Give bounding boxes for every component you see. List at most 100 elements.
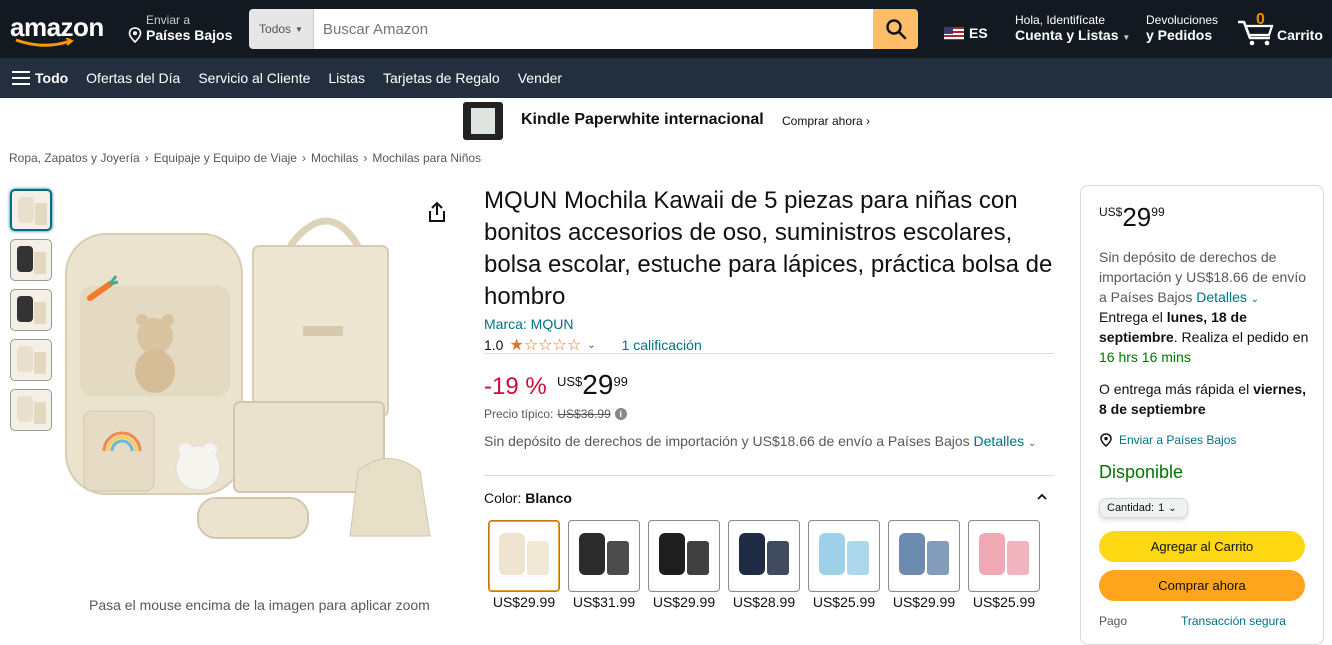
swatch-image [499,533,525,575]
swatch-price: US$29.99 [492,594,556,610]
buybox-location: Enviar a Países Bajos [1119,433,1237,447]
color-swatch[interactable] [888,520,960,592]
language-code: ES [969,25,988,41]
returns-orders-link[interactable]: Devoluciones y Pedidos [1146,13,1218,43]
discount-badge: -19 % [484,373,547,400]
secure-transaction-link[interactable]: Transacción segura [1181,614,1286,628]
search-input[interactable] [314,9,873,49]
thumbnail-image[interactable] [10,289,52,331]
swatch-price: US$29.99 [652,594,716,610]
color-swatch[interactable] [728,520,800,592]
nav-item-gift-cards[interactable]: Tarjetas de Regalo [383,70,500,86]
payment-label: Pago [1099,614,1128,628]
brand-link[interactable]: Marca: MQUN [484,316,573,332]
rating-row: 1.0 ★☆☆☆☆ ⌄ 1 calificación [484,335,702,355]
banner-title: Kindle Paperwhite internacional [521,111,764,128]
top-nav-bar: amazon Enviar a Países Bajos Todos ▼ ES … [0,0,1332,58]
quantity-value: 1 [1158,502,1165,514]
chevron-down-icon[interactable]: ⌄ [1028,438,1036,449]
price-currency: US$ [557,374,583,389]
cart-label: Carrito [1277,27,1323,43]
swatch-image [607,541,629,575]
deliver-to-label: Enviar a [146,13,191,27]
kindle-device-image [463,102,503,140]
deliver-to-country: Países Bajos [146,27,233,43]
breadcrumb: Ropa, Zapatos y Joyería › Equipaje y Equip… [9,151,481,165]
nav-item-customer-service[interactable]: Servicio al Cliente [198,70,310,86]
returns-label: Devoluciones [1146,13,1219,27]
nav-item-deals[interactable]: Ofertas del Día [86,70,180,86]
import-fees-text: Sin depósito de derechos de importación … [484,433,1036,449]
product-main-image[interactable] [58,206,466,556]
all-menu-button[interactable]: Todo [12,70,68,86]
amazon-smile-icon [15,38,74,47]
ratings-count-link[interactable]: 1 calificación [622,337,702,353]
thumbnail-image[interactable] [10,339,52,381]
price-whole: 29 [582,369,614,400]
deliver-to[interactable]: Enviar a Países Bajos [128,13,232,43]
nav-item-sell[interactable]: Vender [518,70,562,86]
swatch-image [979,533,1005,575]
caret-down-icon: ▼ [1122,33,1131,42]
buy-now-button[interactable]: Comprar ahora [1099,570,1305,601]
cart-count: 0 [1256,11,1265,28]
color-label: Color: Blanco [484,490,572,506]
cart-button[interactable]: 0 Carrito [1236,11,1328,46]
rating-stars-icon[interactable]: ★☆☆☆☆ [509,335,581,355]
chevron-down-icon: ⌄ [1168,502,1177,514]
banner-shop-now-link[interactable]: Comprar ahora › [782,114,870,128]
location-pin-icon [1100,433,1112,447]
list-price-value: US$36.99 [557,407,611,421]
chevron-up-icon[interactable] [1037,492,1047,502]
import-details-link[interactable]: Detalles [974,433,1025,449]
thumbnail-image[interactable] [10,189,52,231]
color-swatch[interactable] [808,520,880,592]
swatch-image [659,533,685,575]
fast-delivery-info: O entrega más rápida el viernes, 8 de se… [1099,379,1309,419]
zoom-hint-text: Pasa el mouse encima de la imagen para a… [89,597,430,613]
breadcrumb-item[interactable]: Equipaje y Equipo de Viaje [154,151,297,165]
quantity-dropdown[interactable]: Cantidad: 1 ⌄ [1099,498,1188,518]
breadcrumb-item[interactable]: Mochilas para Niños [372,151,481,165]
account-menu[interactable]: Hola, Identifícate Cuenta y Listas ▼ [1015,13,1130,43]
color-swatch[interactable] [648,520,720,592]
nav-item-lists[interactable]: Listas [328,70,365,86]
breadcrumb-item[interactable]: Ropa, Zapatos y Joyería [9,151,140,165]
buybox-deliver-to[interactable]: Enviar a Países Bajos [1099,433,1236,447]
hamburger-icon [12,71,30,85]
chevron-down-icon[interactable]: ⌄ [587,340,595,351]
thumbnail-image[interactable] [10,239,52,281]
rating-value: 1.0 [484,337,504,353]
breadcrumb-item[interactable]: Mochilas [311,151,358,165]
product-title: MQUN Mochila Kawaii de 5 piezas para niñ… [484,187,1053,310]
thumbnail-image[interactable] [10,389,52,431]
swatch-price: US$29.99 [892,594,956,610]
secondary-nav-bar: Todo Ofertas del Día Servicio al Cliente… [0,58,1332,98]
color-swatch[interactable] [568,520,640,592]
delivery-countdown: 16 hrs 16 mins [1099,349,1191,365]
delivery-prefix: Entrega el [1099,309,1163,325]
language-selector[interactable]: ES [944,25,988,41]
location-pin-icon [128,27,142,43]
search-button[interactable] [873,9,918,49]
import-fees-label: Sin depósito de derechos de importación … [484,433,970,449]
search-category-dropdown[interactable]: Todos ▼ [249,9,314,49]
swatch-image [579,533,605,575]
swatch-image [527,541,549,575]
swatch-image [847,541,869,575]
caret-down-icon: ▼ [295,24,303,34]
color-swatch[interactable] [488,520,560,592]
info-icon[interactable]: i [614,408,627,420]
swatch-image [927,541,949,575]
list-price-label: Precio típico: [484,407,554,421]
search-icon [885,19,906,40]
buybox-details-link[interactable]: Detalles [1196,289,1247,305]
share-icon[interactable] [426,200,448,224]
color-swatch[interactable] [968,520,1040,592]
color-label-prefix: Color: [484,490,522,506]
fast-delivery-prefix: O entrega más rápida el [1099,381,1250,397]
divider [484,353,1054,354]
chevron-down-icon[interactable]: ⌄ [1251,294,1259,305]
color-value: Blanco [525,490,572,506]
add-to-cart-button[interactable]: Agregar al Carrito [1099,531,1305,562]
